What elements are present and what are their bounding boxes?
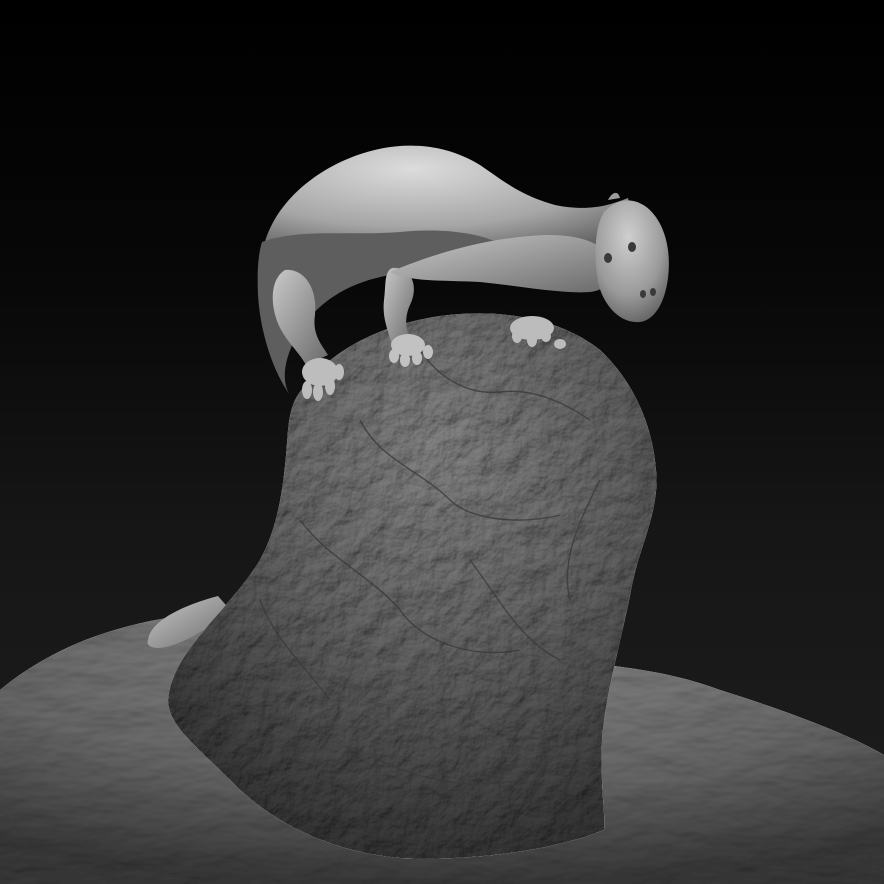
- sculpt-viewport[interactable]: [0, 0, 884, 884]
- boulder: [168, 313, 657, 859]
- sculpt-render: [0, 145, 884, 884]
- creature-crest: [608, 192, 620, 200]
